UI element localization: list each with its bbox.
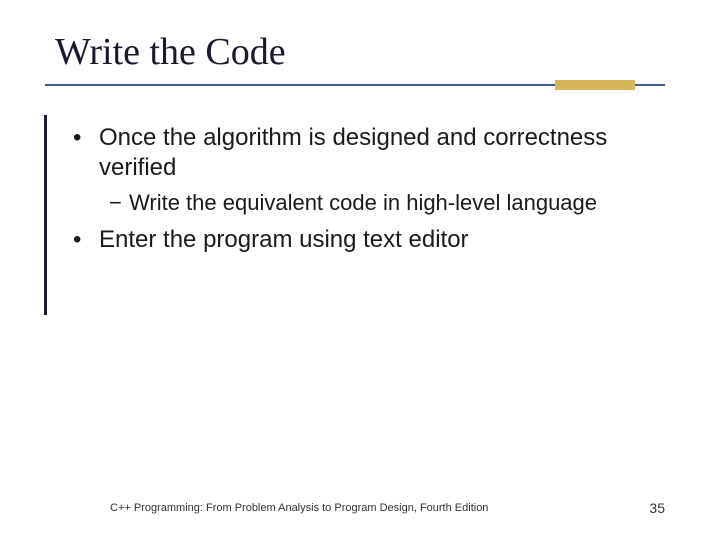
slide-footer: C++ Programming: From Problem Analysis t… <box>0 500 720 516</box>
slide-content: •Once the algorithm is designed and corr… <box>55 118 665 255</box>
bullet-item: •Enter the program using text editor <box>73 225 665 255</box>
footer-source: C++ Programming: From Problem Analysis t… <box>110 502 488 514</box>
dash-marker-icon: − <box>109 189 129 217</box>
bullet-marker-icon: • <box>73 123 99 153</box>
slide: Write the Code •Once the algorithm is de… <box>0 0 720 540</box>
title-divider <box>55 84 665 88</box>
slide-title: Write the Code <box>55 30 665 74</box>
divider-accent <box>555 80 635 90</box>
left-border-accent <box>44 115 47 315</box>
bullet-marker-icon: • <box>73 225 99 255</box>
bullet-text: Once the algorithm is designed and corre… <box>99 124 607 181</box>
bullet-item: •Once the algorithm is designed and corr… <box>73 123 665 183</box>
bullet-text: Enter the program using text editor <box>99 226 469 253</box>
bullet-item: −Write the equivalent code in high-level… <box>109 189 665 217</box>
page-number: 35 <box>649 500 665 516</box>
bullet-text: Write the equivalent code in high-level … <box>129 190 597 215</box>
